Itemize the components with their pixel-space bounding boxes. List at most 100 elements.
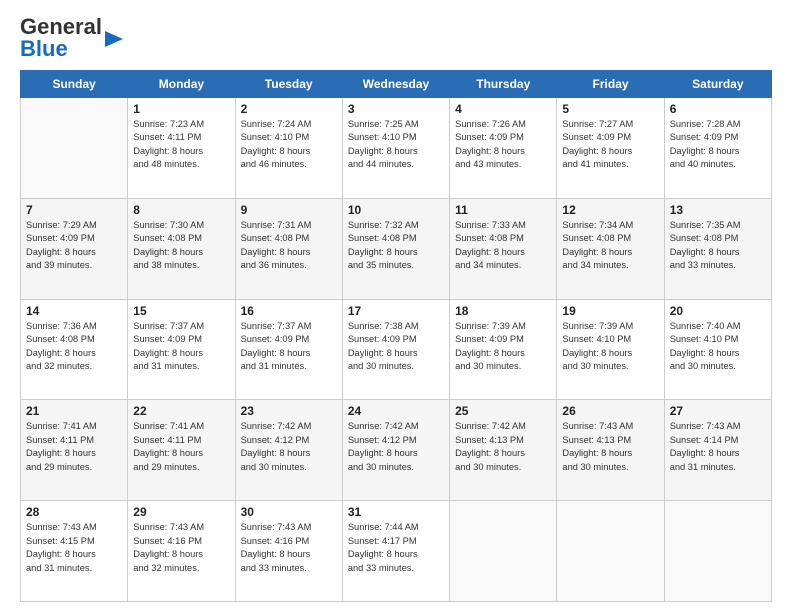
calendar-cell: 28Sunrise: 7:43 AMSunset: 4:15 PMDayligh… bbox=[21, 501, 128, 602]
day-number: 24 bbox=[348, 404, 444, 418]
day-info: Sunrise: 7:43 AMSunset: 4:14 PMDaylight:… bbox=[670, 420, 766, 474]
day-number: 20 bbox=[670, 304, 766, 318]
calendar-cell: 13 Sunrise: 7:35 AMSunset: 4:08 PMDayligh… bbox=[664, 198, 771, 299]
day-info: Sunrise: 7:43 AMSunset: 4:16 PMDaylight:… bbox=[241, 521, 337, 575]
calendar-cell: 19 Sunrise: 7:39 AMSunset: 4:10 PMDayligh… bbox=[557, 299, 664, 400]
calendar-cell bbox=[450, 501, 557, 602]
calendar-cell: 7 Sunrise: 7:29 AMSunset: 4:09 PMDaylight… bbox=[21, 198, 128, 299]
calendar-cell: 10 Sunrise: 7:32 AMSunset: 4:08 PMDayligh… bbox=[342, 198, 449, 299]
day-info: Sunrise: 7:39 AMSunset: 4:10 PMDaylight:… bbox=[562, 320, 658, 374]
calendar-week-row: 28Sunrise: 7:43 AMSunset: 4:15 PMDayligh… bbox=[21, 501, 772, 602]
calendar-week-row: 7 Sunrise: 7:29 AMSunset: 4:09 PMDaylight… bbox=[21, 198, 772, 299]
day-info: Sunrise: 7:39 AMSunset: 4:09 PMDaylight:… bbox=[455, 320, 551, 374]
logo-arrow-icon bbox=[105, 29, 123, 49]
day-number: 2 bbox=[241, 102, 337, 116]
calendar-cell: 25 Sunrise: 7:42 AMSunset: 4:13 PMDayligh… bbox=[450, 400, 557, 501]
day-number: 11 bbox=[455, 203, 551, 217]
calendar-cell: 20 Sunrise: 7:40 AMSunset: 4:10 PMDayligh… bbox=[664, 299, 771, 400]
day-number: 8 bbox=[133, 203, 229, 217]
calendar-week-row: 1 Sunrise: 7:23 AMSunset: 4:11 PMDaylight… bbox=[21, 98, 772, 199]
day-number: 15 bbox=[133, 304, 229, 318]
day-number: 23 bbox=[241, 404, 337, 418]
calendar-cell: 4 Sunrise: 7:26 AMSunset: 4:09 PMDaylight… bbox=[450, 98, 557, 199]
calendar-header-row: SundayMondayTuesdayWednesdayThursdayFrid… bbox=[21, 71, 772, 98]
day-info: Sunrise: 7:32 AMSunset: 4:08 PMDaylight:… bbox=[348, 219, 444, 273]
calendar-cell: 1 Sunrise: 7:23 AMSunset: 4:11 PMDaylight… bbox=[128, 98, 235, 199]
calendar-cell: 18 Sunrise: 7:39 AMSunset: 4:09 PMDayligh… bbox=[450, 299, 557, 400]
day-info: Sunrise: 7:41 AMSunset: 4:11 PMDaylight:… bbox=[26, 420, 122, 474]
day-number: 1 bbox=[133, 102, 229, 116]
calendar-cell: 9 Sunrise: 7:31 AMSunset: 4:08 PMDaylight… bbox=[235, 198, 342, 299]
calendar-cell: 26 Sunrise: 7:43 AMSunset: 4:13 PMDayligh… bbox=[557, 400, 664, 501]
day-info: Sunrise: 7:30 AMSunset: 4:08 PMDaylight:… bbox=[133, 219, 229, 273]
calendar-cell: 21 Sunrise: 7:41 AMSunset: 4:11 PMDayligh… bbox=[21, 400, 128, 501]
day-number: 25 bbox=[455, 404, 551, 418]
weekday-header: Thursday bbox=[450, 71, 557, 98]
day-number: 10 bbox=[348, 203, 444, 217]
calendar-cell: 16 Sunrise: 7:37 AMSunset: 4:09 PMDayligh… bbox=[235, 299, 342, 400]
calendar-cell: 24Sunrise: 7:42 AMSunset: 4:12 PMDayligh… bbox=[342, 400, 449, 501]
day-number: 16 bbox=[241, 304, 337, 318]
day-info: Sunrise: 7:42 AMSunset: 4:13 PMDaylight:… bbox=[455, 420, 551, 474]
calendar-cell: 12 Sunrise: 7:34 AMSunset: 4:08 PMDayligh… bbox=[557, 198, 664, 299]
day-info: Sunrise: 7:35 AMSunset: 4:08 PMDaylight:… bbox=[670, 219, 766, 273]
day-number: 29 bbox=[133, 505, 229, 519]
day-number: 12 bbox=[562, 203, 658, 217]
day-number: 3 bbox=[348, 102, 444, 116]
day-number: 31 bbox=[348, 505, 444, 519]
logo-text: General Blue bbox=[20, 16, 102, 60]
page: General Blue SundayMondayTuesdayWednesda… bbox=[0, 0, 792, 612]
calendar-cell: 8 Sunrise: 7:30 AMSunset: 4:08 PMDaylight… bbox=[128, 198, 235, 299]
day-number: 13 bbox=[670, 203, 766, 217]
day-number: 26 bbox=[562, 404, 658, 418]
day-info: Sunrise: 7:43 AMSunset: 4:16 PMDaylight:… bbox=[133, 521, 229, 575]
calendar-cell: 22Sunrise: 7:41 AMSunset: 4:11 PMDayligh… bbox=[128, 400, 235, 501]
day-info: Sunrise: 7:25 AMSunset: 4:10 PMDaylight:… bbox=[348, 118, 444, 172]
calendar-cell: 29 Sunrise: 7:43 AMSunset: 4:16 PMDayligh… bbox=[128, 501, 235, 602]
day-info: Sunrise: 7:37 AMSunset: 4:09 PMDaylight:… bbox=[241, 320, 337, 374]
day-number: 27 bbox=[670, 404, 766, 418]
calendar-cell bbox=[557, 501, 664, 602]
calendar-cell: 6 Sunrise: 7:28 AMSunset: 4:09 PMDaylight… bbox=[664, 98, 771, 199]
day-number: 17 bbox=[348, 304, 444, 318]
calendar-cell: 2 Sunrise: 7:24 AMSunset: 4:10 PMDaylight… bbox=[235, 98, 342, 199]
header: General Blue bbox=[20, 16, 772, 60]
day-info: Sunrise: 7:26 AMSunset: 4:09 PMDaylight:… bbox=[455, 118, 551, 172]
day-number: 9 bbox=[241, 203, 337, 217]
weekday-header: Tuesday bbox=[235, 71, 342, 98]
day-info: Sunrise: 7:23 AMSunset: 4:11 PMDaylight:… bbox=[133, 118, 229, 172]
weekday-header: Sunday bbox=[21, 71, 128, 98]
day-number: 18 bbox=[455, 304, 551, 318]
calendar-cell: 30Sunrise: 7:43 AMSunset: 4:16 PMDayligh… bbox=[235, 501, 342, 602]
calendar-cell: 15 Sunrise: 7:37 AMSunset: 4:09 PMDayligh… bbox=[128, 299, 235, 400]
calendar-cell bbox=[21, 98, 128, 199]
day-number: 7 bbox=[26, 203, 122, 217]
day-info: Sunrise: 7:28 AMSunset: 4:09 PMDaylight:… bbox=[670, 118, 766, 172]
day-info: Sunrise: 7:29 AMSunset: 4:09 PMDaylight:… bbox=[26, 219, 122, 273]
calendar-week-row: 14Sunrise: 7:36 AMSunset: 4:08 PMDayligh… bbox=[21, 299, 772, 400]
day-info: Sunrise: 7:42 AMSunset: 4:12 PMDaylight:… bbox=[241, 420, 337, 474]
day-info: Sunrise: 7:38 AMSunset: 4:09 PMDaylight:… bbox=[348, 320, 444, 374]
day-number: 4 bbox=[455, 102, 551, 116]
calendar-cell: 14Sunrise: 7:36 AMSunset: 4:08 PMDayligh… bbox=[21, 299, 128, 400]
day-number: 19 bbox=[562, 304, 658, 318]
calendar-cell: 27 Sunrise: 7:43 AMSunset: 4:14 PMDayligh… bbox=[664, 400, 771, 501]
weekday-header: Friday bbox=[557, 71, 664, 98]
day-number: 6 bbox=[670, 102, 766, 116]
day-info: Sunrise: 7:43 AMSunset: 4:13 PMDaylight:… bbox=[562, 420, 658, 474]
day-info: Sunrise: 7:40 AMSunset: 4:10 PMDaylight:… bbox=[670, 320, 766, 374]
day-info: Sunrise: 7:34 AMSunset: 4:08 PMDaylight:… bbox=[562, 219, 658, 273]
weekday-header: Saturday bbox=[664, 71, 771, 98]
logo: General Blue bbox=[20, 16, 123, 60]
day-info: Sunrise: 7:36 AMSunset: 4:08 PMDaylight:… bbox=[26, 320, 122, 374]
day-number: 21 bbox=[26, 404, 122, 418]
day-info: Sunrise: 7:37 AMSunset: 4:09 PMDaylight:… bbox=[133, 320, 229, 374]
calendar-cell: 3 Sunrise: 7:25 AMSunset: 4:10 PMDaylight… bbox=[342, 98, 449, 199]
day-info: Sunrise: 7:31 AMSunset: 4:08 PMDaylight:… bbox=[241, 219, 337, 273]
day-number: 22 bbox=[133, 404, 229, 418]
weekday-header: Wednesday bbox=[342, 71, 449, 98]
day-info: Sunrise: 7:24 AMSunset: 4:10 PMDaylight:… bbox=[241, 118, 337, 172]
calendar-cell: 5Sunrise: 7:27 AMSunset: 4:09 PMDaylight… bbox=[557, 98, 664, 199]
day-info: Sunrise: 7:44 AMSunset: 4:17 PMDaylight:… bbox=[348, 521, 444, 575]
day-info: Sunrise: 7:27 AMSunset: 4:09 PMDaylight:… bbox=[562, 118, 658, 172]
